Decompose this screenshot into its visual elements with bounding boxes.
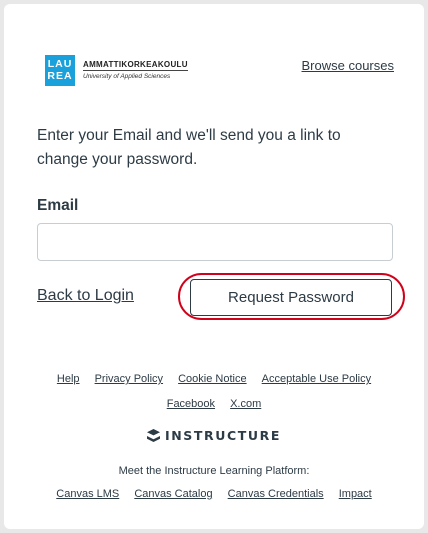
canvas-catalog-link[interactable]: Canvas Catalog (134, 488, 212, 500)
laurea-logo-mark: LAU REA (45, 54, 75, 86)
help-link[interactable]: Help (57, 373, 80, 385)
x-com-link[interactable]: X.com (230, 398, 261, 410)
canvas-credentials-link[interactable]: Canvas Credentials (228, 488, 324, 500)
logo-subtitle: University of Applied Sciences (83, 73, 171, 80)
meet-platform-text: Meet the Instructure Learning Platform: (118, 465, 310, 477)
privacy-policy-link[interactable]: Privacy Policy (95, 373, 163, 385)
login-card: LAU REA AMMATTIKORKEAKOULU University of… (4, 4, 424, 529)
instructure-wordmark: INSTRUCTURE (164, 428, 282, 443)
footer-links-row2: Facebook X.com (4, 398, 424, 410)
acceptable-use-policy-link[interactable]: Acceptable Use Policy (262, 373, 371, 385)
canvas-lms-link[interactable]: Canvas LMS (56, 488, 119, 500)
facebook-link[interactable]: Facebook (167, 398, 215, 410)
cookie-notice-link[interactable]: Cookie Notice (178, 373, 246, 385)
footer-links-row3: Canvas LMS Canvas Catalog Canvas Credent… (4, 488, 424, 500)
impact-link[interactable]: Impact (339, 488, 372, 500)
browse-courses-link[interactable]: Browse courses (302, 58, 394, 73)
header: LAU REA AMMATTIKORKEAKOULU University of… (45, 54, 394, 88)
intro-text: Enter your Email and we'll send you a li… (37, 127, 341, 168)
email-label: Email (37, 197, 79, 214)
logo-name: AMMATTIKORKEAKOULU (83, 60, 188, 71)
laurea-logo-text: AMMATTIKORKEAKOULU University of Applied… (83, 60, 188, 80)
email-field[interactable] (37, 223, 393, 261)
instructure-logo[interactable]: INSTRUCTURE (4, 428, 424, 443)
footer-links-row1: Help Privacy Policy Cookie Notice Accept… (4, 373, 424, 385)
request-password-button[interactable]: Request Password (190, 279, 392, 316)
instructure-icon (146, 429, 160, 442)
back-to-login-link[interactable]: Back to Login (37, 287, 134, 305)
laurea-logo: LAU REA AMMATTIKORKEAKOULU University of… (45, 54, 188, 86)
